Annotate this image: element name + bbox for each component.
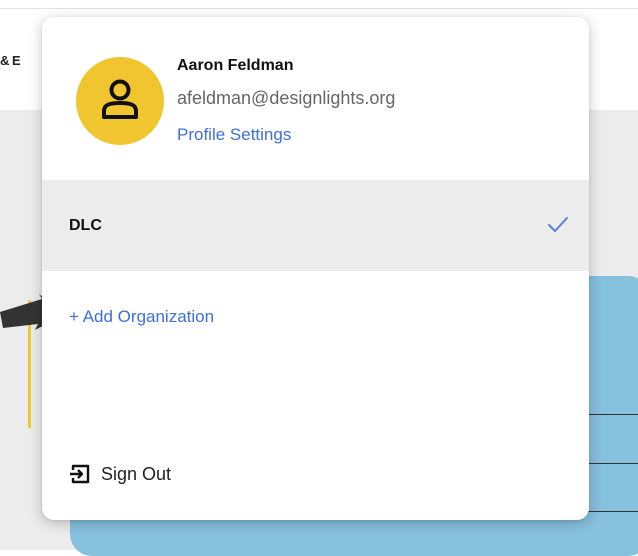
organization-label: DLC	[69, 217, 102, 234]
profile-settings-link[interactable]: Profile Settings	[177, 125, 291, 145]
sign-out-label: Sign Out	[101, 463, 172, 484]
avatar	[76, 57, 164, 145]
background-partial-text: & E	[0, 53, 21, 68]
account-dropdown-menu: Aaron Feldman afeldman@designlights.org …	[42, 17, 589, 520]
background-top-bar	[0, 0, 638, 9]
profile-email: afeldman@designlights.org	[177, 88, 396, 108]
sign-out-icon	[70, 464, 90, 484]
profile-name: Aaron Feldman	[177, 57, 294, 74]
add-organization-link[interactable]: + Add Organization	[69, 307, 214, 327]
user-icon	[102, 79, 138, 119]
organization-item-dlc[interactable]: DLC	[42, 180, 589, 271]
profile-section: Aaron Feldman afeldman@designlights.org …	[42, 17, 589, 180]
sign-out-button[interactable]: Sign Out	[69, 461, 171, 487]
checkmark-icon	[548, 217, 568, 232]
